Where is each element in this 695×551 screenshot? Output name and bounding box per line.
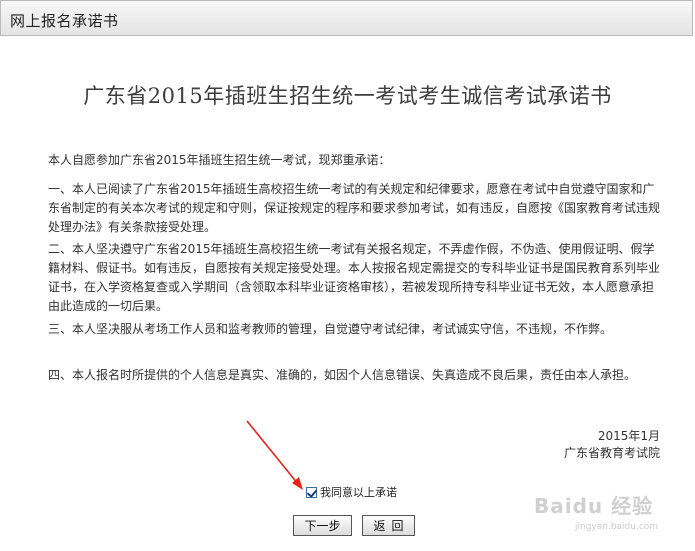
next-step-button[interactable]: 下一步 [293,515,352,536]
red-arrow-icon [246,420,303,490]
agree-checkbox[interactable] [306,486,317,498]
agree-checkbox-row[interactable]: 我同意以上承诺 [306,484,397,500]
baidu-watermark-url: jingyan.baidu.com [575,522,659,532]
baidu-watermark: Baidu 经验 [534,494,654,518]
back-button[interactable]: 返回 [362,515,415,536]
agree-checkbox-label: 我同意以上承诺 [320,486,397,499]
